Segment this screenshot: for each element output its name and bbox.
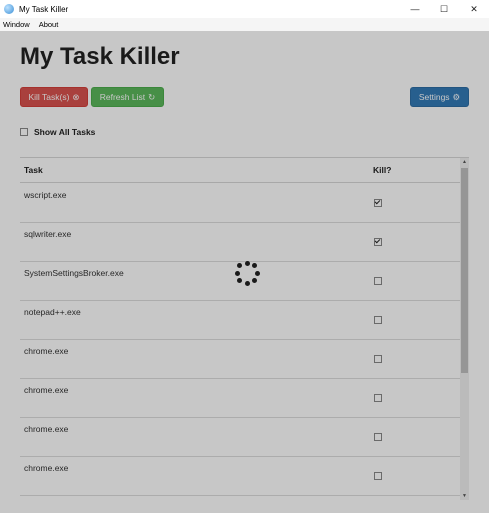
spinner-dot (244, 260, 250, 266)
spinner-dot (234, 270, 240, 276)
close-button[interactable]: ✕ (461, 0, 487, 18)
maximize-button[interactable]: ☐ (431, 0, 457, 18)
menu-window[interactable]: Window (3, 20, 30, 29)
spinner-dot (237, 263, 243, 269)
spinner-dot (251, 277, 257, 283)
menu-about[interactable]: About (39, 20, 59, 29)
loading-spinner-icon (233, 259, 261, 287)
spinner-dot (244, 280, 250, 286)
spinner-dot (254, 270, 260, 276)
window-title: My Task Killer (19, 4, 69, 14)
spinner-dot (251, 263, 257, 269)
spinner-dot (237, 277, 243, 283)
menu-bar: Window About (0, 18, 489, 31)
app-icon (4, 4, 14, 14)
title-bar: My Task Killer — ☐ ✕ (0, 0, 489, 18)
minimize-button[interactable]: — (402, 0, 428, 18)
